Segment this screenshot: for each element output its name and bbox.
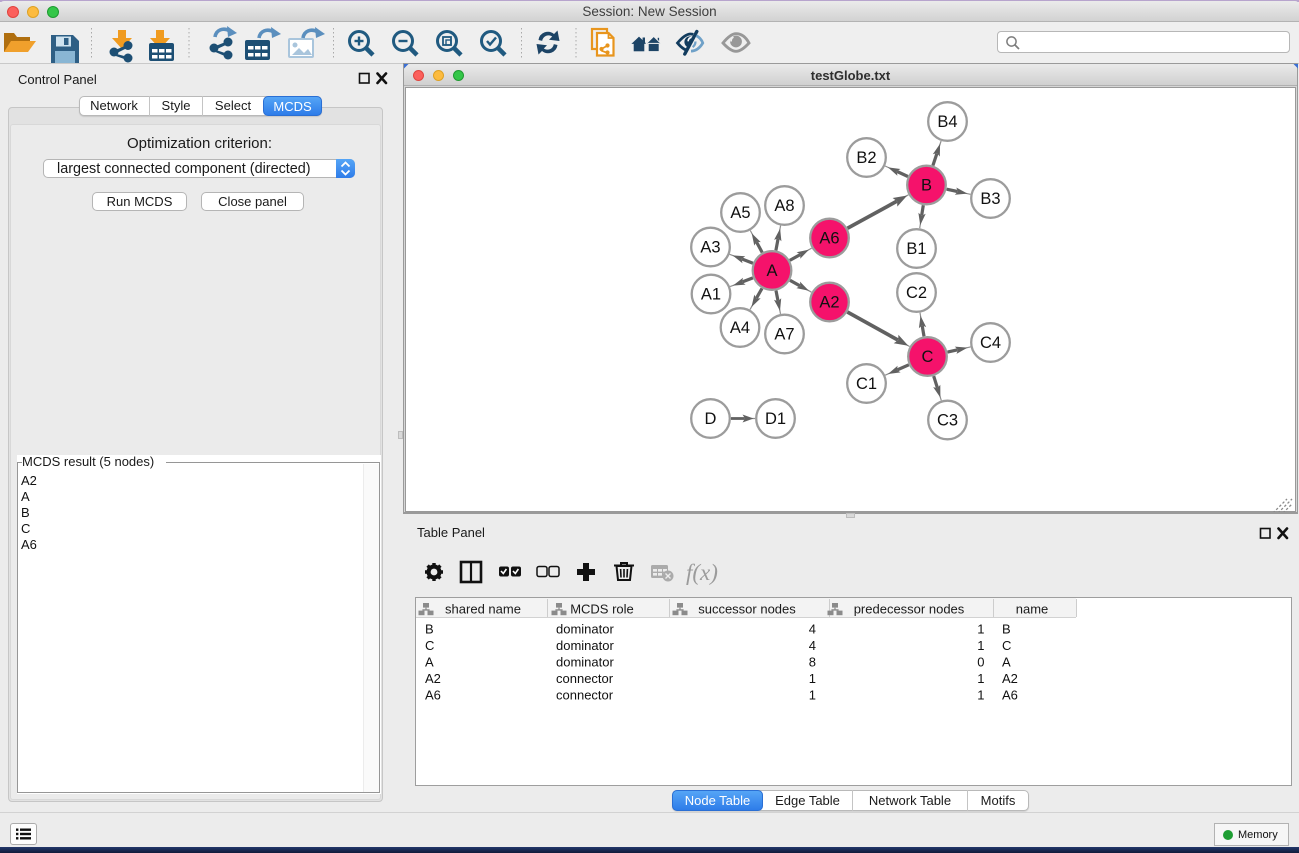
svg-text:A6: A6 [1002,687,1018,702]
svg-text:A: A [766,262,777,280]
svg-text:A6: A6 [425,687,441,702]
svg-text:1: 1 [809,687,816,702]
svg-text:4: 4 [809,622,816,637]
svg-text:shared name: shared name [445,602,521,617]
svg-text:A1: A1 [701,286,721,304]
svg-text:D: D [705,410,717,428]
svg-text:1: 1 [977,638,984,653]
svg-text:8: 8 [809,654,816,669]
svg-text:A5: A5 [730,204,750,222]
svg-text:A3: A3 [700,239,720,257]
svg-text:1: 1 [977,671,984,686]
svg-text:A2: A2 [819,294,839,312]
svg-text:B1: B1 [906,240,926,258]
svg-text:A2: A2 [1002,671,1018,686]
svg-text:D1: D1 [765,410,786,428]
svg-text:connector: connector [556,687,614,702]
svg-text:B4: B4 [937,113,957,131]
svg-text:MCDS role: MCDS role [570,602,634,617]
svg-text:A7: A7 [774,326,794,344]
svg-text:1: 1 [809,671,816,686]
svg-text:C2: C2 [906,284,927,302]
svg-text:B: B [921,177,932,195]
svg-text:successor nodes: successor nodes [698,602,796,617]
svg-text:0: 0 [977,654,984,669]
svg-text:1: 1 [977,687,984,702]
svg-text:predecessor nodes: predecessor nodes [854,602,965,617]
svg-text:C4: C4 [980,334,1001,352]
svg-text:f(x): f(x) [686,560,718,585]
svg-text:C: C [425,638,434,653]
svg-text:C1: C1 [856,375,877,393]
svg-text:A2: A2 [425,671,441,686]
svg-text:A8: A8 [774,197,794,215]
svg-text:4: 4 [809,638,816,653]
svg-text:B3: B3 [980,190,1000,208]
svg-text:A6: A6 [819,230,839,248]
svg-text:dominator: dominator [556,622,614,637]
svg-text:dominator: dominator [556,654,614,669]
svg-text:B: B [1002,622,1011,637]
svg-text:A: A [425,654,434,669]
svg-text:C3: C3 [937,412,958,430]
svg-text:B2: B2 [856,149,876,167]
svg-text:1: 1 [977,622,984,637]
svg-text:connector: connector [556,671,614,686]
svg-text:C: C [922,348,934,366]
svg-text:C: C [1002,638,1011,653]
svg-text:A: A [1002,654,1011,669]
svg-text:dominator: dominator [556,638,614,653]
svg-text:B: B [425,622,434,637]
svg-text:A4: A4 [730,319,750,337]
svg-text:name: name [1016,602,1049,617]
